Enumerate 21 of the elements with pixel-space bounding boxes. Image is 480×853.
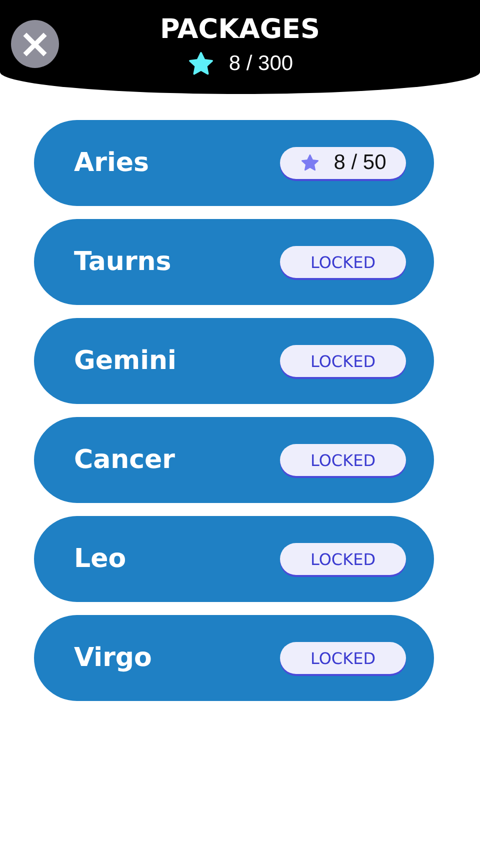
package-name: Virgo <box>74 643 152 673</box>
page-title: PACKAGES <box>160 14 320 46</box>
package-name: Cancer <box>74 445 176 475</box>
star-count: 8 / 300 <box>228 52 294 76</box>
package-name: Aries <box>74 148 149 178</box>
locked-badge: LOCKED <box>280 444 406 476</box>
package-item[interactable]: Gemini LOCKED <box>34 318 434 404</box>
locked-badge: LOCKED <box>280 246 406 278</box>
progress-badge: 8 / 50 <box>280 147 406 179</box>
package-name: Leo <box>74 544 126 574</box>
package-item[interactable]: Taurns LOCKED <box>34 219 434 305</box>
locked-badge: LOCKED <box>280 345 406 377</box>
package-item[interactable]: Aries 8 / 50 <box>34 120 434 206</box>
package-item[interactable]: Virgo LOCKED <box>34 615 434 701</box>
locked-badge: LOCKED <box>280 642 406 674</box>
package-name: Taurns <box>74 247 172 277</box>
package-item[interactable]: Cancer LOCKED <box>34 417 434 503</box>
package-item[interactable]: Leo LOCKED <box>34 516 434 602</box>
locked-badge: LOCKED <box>280 543 406 575</box>
package-name: Gemini <box>74 346 176 376</box>
star-icon <box>300 153 320 173</box>
